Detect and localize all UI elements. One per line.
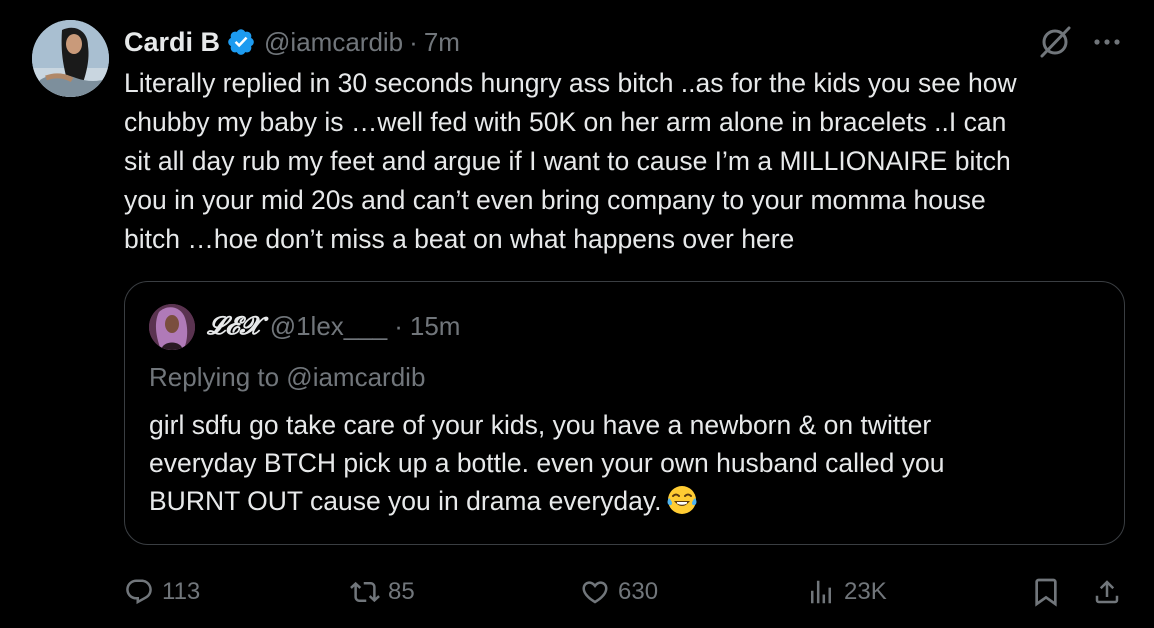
bookmark-icon — [1035, 578, 1057, 607]
separator-dot: · — [409, 26, 418, 57]
more-options-icon[interactable] — [1088, 28, 1126, 56]
author-name[interactable]: Cardi B — [124, 27, 220, 58]
reply-button[interactable]: 113 — [124, 570, 200, 614]
like-count: 630 — [618, 578, 659, 605]
quoted-tweet-text: girl sdfu go take care of your kids, you… — [149, 410, 945, 516]
tweet: Cardi B @iamcardib · 7m Literally replie… — [0, 0, 1154, 628]
tweet-header: Cardi B @iamcardib · 7m — [124, 24, 460, 60]
tweet-text: Literally replied in 30 seconds hungry a… — [124, 68, 1017, 254]
share-icon — [1095, 580, 1119, 604]
quoted-tweet-header: 𝓛𝓔𝓧 @1lex___ · 15m — [207, 308, 460, 344]
views-chart-icon — [811, 580, 831, 604]
quoted-tweet-text-block: girl sdfu go take care of your kids, you… — [149, 406, 1109, 520]
heart-icon — [582, 581, 608, 604]
repost-icon — [350, 581, 380, 603]
grok-icon[interactable] — [1036, 24, 1074, 60]
author-handle[interactable]: @iamcardib — [264, 27, 403, 58]
face-with-tears-of-joy-icon — [666, 484, 698, 516]
share-button[interactable] — [1092, 570, 1122, 614]
like-button[interactable]: 630 — [580, 570, 658, 614]
repost-count: 85 — [388, 578, 415, 605]
separator-dot: · — [394, 310, 403, 341]
reply-icon — [126, 579, 152, 605]
bookmark-button[interactable] — [1030, 570, 1062, 614]
quoted-tweet[interactable]: 𝓛𝓔𝓧 @1lex___ · 15m Replying to @iamcardi… — [124, 281, 1125, 545]
quoted-author-avatar[interactable] — [149, 304, 195, 350]
reply-count: 113 — [162, 578, 201, 605]
views-count: 23K — [844, 578, 887, 605]
quoted-tweet-timestamp[interactable]: 15m — [410, 311, 461, 342]
tweet-timestamp[interactable]: 7m — [424, 27, 460, 58]
quoted-author-handle[interactable]: @1lex___ — [270, 311, 387, 342]
views-button[interactable]: 23K — [806, 570, 887, 614]
replying-to-label: Replying to @iamcardib — [149, 362, 426, 392]
action-bar: 113 85 630 23K — [0, 570, 1154, 614]
repost-button[interactable]: 85 — [350, 570, 415, 614]
author-avatar[interactable] — [32, 20, 109, 97]
quoted-author-name[interactable]: 𝓛𝓔𝓧 — [207, 311, 260, 341]
avatar-photo — [32, 20, 109, 97]
quoted-avatar-photo — [149, 304, 195, 350]
verified-badge-icon[interactable] — [226, 27, 256, 57]
